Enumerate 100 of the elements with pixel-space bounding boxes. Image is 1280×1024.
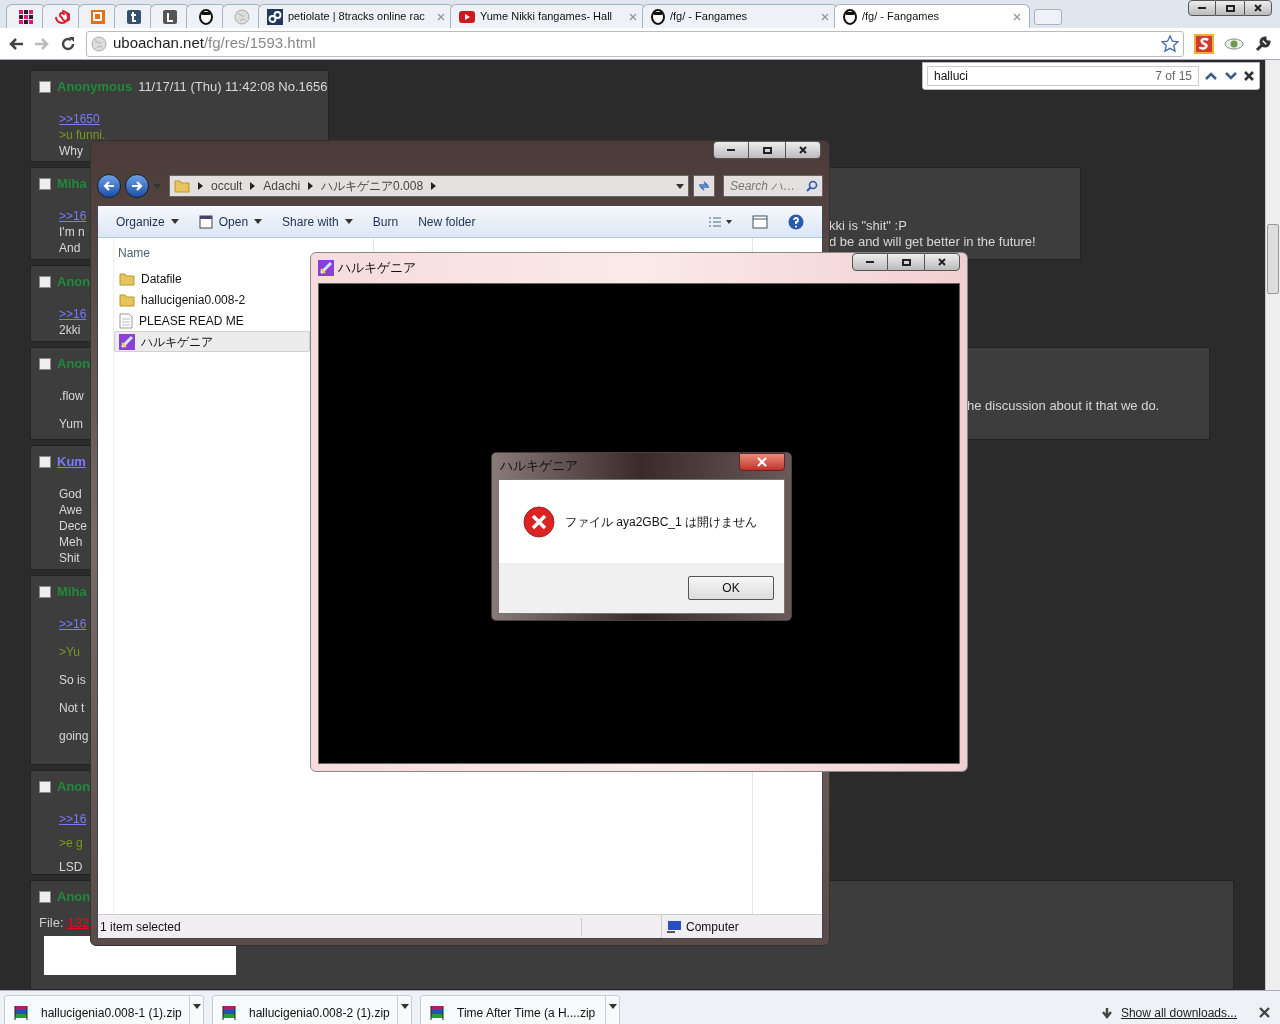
- post-checkbox[interactable]: [39, 275, 51, 288]
- minimize-button[interactable]: [713, 141, 749, 159]
- archive-icon: [429, 1004, 445, 1021]
- help-icon[interactable]: [788, 213, 804, 230]
- post-checkbox[interactable]: [39, 780, 51, 793]
- download-item[interactable]: hallucigenia0.008-2 (1).zip: [212, 994, 412, 1024]
- show-all-downloads-link[interactable]: Show all downloads...: [1120, 1003, 1237, 1022]
- post-text: Meh: [59, 533, 83, 550]
- face-icon: [651, 8, 665, 25]
- greentext: >e g: [59, 834, 83, 851]
- poster-name: Miha: [57, 175, 87, 193]
- download-item[interactable]: Time After Time (a H....zip: [420, 994, 620, 1024]
- close-icon[interactable]: [1259, 1007, 1270, 1018]
- command-button[interactable]: Burn: [372, 212, 399, 231]
- maximize-button[interactable]: [1216, 0, 1244, 16]
- eye-icon[interactable]: [1224, 36, 1244, 51]
- browser-tab[interactable]: [150, 4, 190, 28]
- post-checkbox[interactable]: [39, 585, 51, 598]
- maximize-button[interactable]: [749, 141, 785, 159]
- post-checkbox[interactable]: [39, 455, 51, 468]
- greentext: >Yu: [59, 643, 81, 660]
- grid-icon: [18, 8, 34, 25]
- caret-icon: [153, 183, 161, 189]
- post-text: he discussion about it that we do.: [967, 398, 1160, 414]
- previous-match-icon[interactable]: [1203, 70, 1219, 82]
- archive-icon: [13, 1004, 29, 1021]
- command-button[interactable]: New folder: [418, 212, 476, 231]
- back-button[interactable]: [97, 174, 121, 198]
- minimize-button[interactable]: [852, 253, 888, 271]
- post-meta: 11/17/11 (Thu) 11:42:08 No.1656: [138, 78, 328, 96]
- post-checkbox[interactable]: [39, 80, 51, 93]
- browser-tab[interactable]: /fg/ - Fangames: [834, 4, 1030, 28]
- post-text: Yum: [59, 415, 83, 432]
- post-text: LSD: [59, 858, 83, 875]
- scrollbar[interactable]: [1265, 60, 1280, 990]
- square-logo-icon: [90, 8, 106, 25]
- file-item[interactable]: PLEASE READ ME: [114, 310, 310, 331]
- breadcrumb-item[interactable]: Adachi: [263, 177, 301, 195]
- close-icon: [1254, 4, 1262, 12]
- breadcrumb-bar[interactable]: occult Adachi ハルキゲニア0.008: [169, 175, 689, 197]
- back-arrow-icon[interactable]: [8, 36, 24, 51]
- command-button[interactable]: Open: [198, 212, 263, 231]
- post-text: Why: [59, 142, 83, 159]
- sword-icon: [119, 333, 135, 350]
- view-options-icon[interactable]: [708, 215, 732, 228]
- search-field[interactable]: Search ハ…: [723, 175, 823, 197]
- post-checkbox[interactable]: [39, 890, 51, 903]
- window-title: ハルキゲニア: [338, 259, 416, 278]
- breadcrumb-item[interactable]: occult: [211, 177, 243, 195]
- command-button[interactable]: Share with: [282, 212, 353, 231]
- caret-icon: [676, 183, 684, 189]
- file-item[interactable]: hallucigenia0.008-2: [114, 289, 310, 310]
- command-button[interactable]: Organize: [116, 212, 179, 231]
- wrench-icon[interactable]: [1254, 34, 1272, 53]
- forward-button[interactable]: [125, 174, 149, 198]
- search-icon: [806, 180, 818, 192]
- swirl-icon: [54, 8, 70, 25]
- close-button[interactable]: [1244, 0, 1272, 16]
- face-icon: [199, 8, 213, 25]
- post-text: Not t: [59, 699, 85, 716]
- file-item[interactable]: Datafile: [114, 268, 310, 289]
- post-text: .flow: [59, 387, 84, 404]
- location-text: Computer: [686, 918, 739, 936]
- close-button[interactable]: [785, 141, 821, 159]
- match-count: 7 of 15: [1155, 68, 1192, 85]
- folder-icon: [119, 292, 135, 307]
- close-button[interactable]: [924, 253, 960, 271]
- reload-icon[interactable]: [60, 35, 76, 52]
- poster-name: Anonymous: [57, 78, 133, 96]
- address-bar[interactable]: uboachan.net/fg/res/1593.html: [86, 30, 1184, 57]
- file-item[interactable]: ハルキゲニア: [114, 331, 310, 352]
- extension-s-icon[interactable]: [1194, 33, 1214, 54]
- globe-icon: [234, 8, 250, 25]
- refresh-button[interactable]: [693, 175, 715, 197]
- caret-icon: [192, 1003, 201, 1009]
- post-checkbox[interactable]: [39, 357, 51, 370]
- maximize-button[interactable]: [888, 253, 924, 271]
- close-icon[interactable]: [1243, 70, 1255, 82]
- next-match-icon[interactable]: [1223, 70, 1239, 82]
- caret-icon: [400, 1003, 409, 1009]
- browser-tab[interactable]: Yume Nikki fangames- Hall: [450, 4, 646, 28]
- status-text: 1 item selected: [98, 917, 582, 936]
- close-icon: [757, 457, 767, 467]
- post-text: So is: [59, 671, 86, 688]
- document-icon: [119, 312, 133, 329]
- caret-icon: [344, 219, 353, 224]
- poster-name: Anon: [57, 888, 91, 906]
- download-item[interactable]: hallucigenia0.008-1 (1).zip: [4, 994, 204, 1024]
- breadcrumb-item[interactable]: ハルキゲニア0.008: [321, 177, 424, 195]
- find-field[interactable]: halluci 7 of 15: [927, 66, 1199, 86]
- minimize-button[interactable]: [1188, 0, 1216, 16]
- poster-name: Anon: [57, 273, 91, 291]
- star-icon[interactable]: [1161, 34, 1179, 53]
- post-checkbox[interactable]: [39, 177, 51, 190]
- preview-pane-icon[interactable]: [752, 214, 768, 229]
- tumblr-t-icon: [126, 8, 142, 25]
- close-button[interactable]: [739, 453, 785, 471]
- dialog-message: ファイル aya2GBC_1 は開けません: [565, 513, 758, 531]
- ok-button[interactable]: OK: [688, 576, 774, 600]
- dialog-title: ハルキゲニア: [499, 457, 579, 476]
